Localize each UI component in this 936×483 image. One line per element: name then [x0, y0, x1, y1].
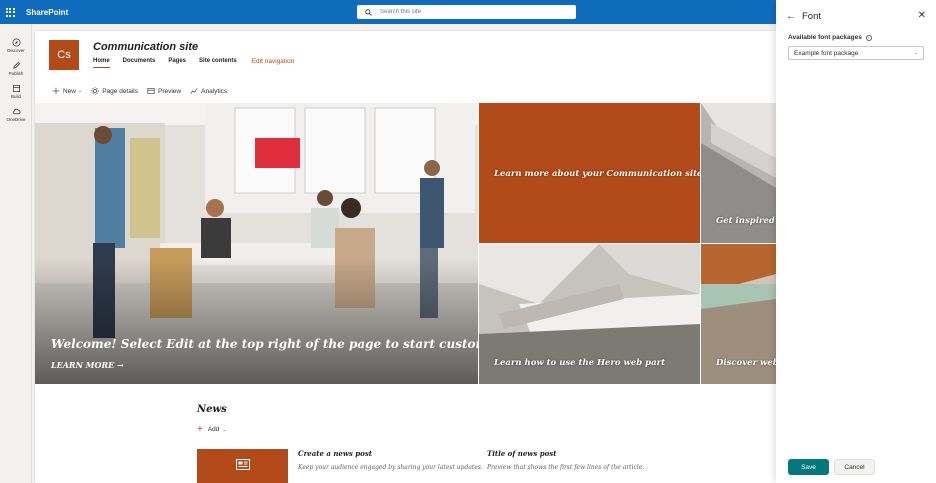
- cloud-icon: [12, 108, 20, 115]
- rail-label: OneDrive: [6, 117, 26, 122]
- nav-documents[interactable]: Documents: [123, 58, 156, 68]
- rail-build[interactable]: Build: [0, 80, 32, 103]
- site-nav: Home Documents Pages Site contents Edit …: [93, 58, 294, 68]
- pencil-icon: [12, 61, 20, 69]
- hero-tile-2[interactable]: Get inspired wi: [701, 103, 776, 243]
- hero-webpart: Welcome! Select Edit at the top right of…: [35, 103, 776, 384]
- chevron-down-icon: ⌄: [913, 50, 918, 56]
- chevron-down-icon: ⌄: [78, 88, 83, 94]
- news-post-desc: Keep your audience engaged by sharing yo…: [298, 464, 483, 471]
- font-packages-text: Available font packages: [788, 34, 862, 41]
- search-icon: [365, 8, 372, 16]
- news-post-title: Title of news post: [487, 449, 557, 458]
- preview-button[interactable]: Preview: [147, 87, 181, 95]
- new-label: New: [63, 87, 77, 95]
- compass-icon: [12, 38, 20, 47]
- news-post-title: Create a news post: [298, 449, 373, 458]
- analytics-icon: [190, 88, 198, 94]
- rail-label: Build: [10, 94, 21, 99]
- page-details-button[interactable]: Page details: [91, 87, 138, 95]
- hero-tile-caption: Discover web pa: [716, 358, 776, 368]
- news-post-1[interactable]: Create a news post Keep your audience en…: [298, 449, 483, 471]
- page-details-label: Page details: [102, 87, 138, 95]
- edit-navigation-link[interactable]: Edit navigation: [252, 58, 295, 68]
- build-icon: [12, 84, 20, 93]
- learn-more-label: LEARN MORE: [51, 360, 115, 370]
- site-title[interactable]: Communication site: [93, 41, 198, 53]
- search-input[interactable]: [380, 9, 560, 15]
- hero-tile-caption: Learn more about your Communication site: [494, 169, 700, 179]
- hero-tile-4[interactable]: Discover web pa: [701, 244, 776, 384]
- app-name[interactable]: SharePoint: [26, 8, 68, 17]
- analytics-button[interactable]: Analytics: [190, 87, 227, 95]
- news-post-desc: Preview that shows the first few lines o…: [487, 464, 645, 471]
- plus-icon: [52, 87, 60, 95]
- news-add-button[interactable]: + Add ⌄: [197, 424, 227, 435]
- info-icon[interactable]: i: [865, 34, 872, 41]
- nav-pages[interactable]: Pages: [168, 58, 186, 68]
- hero-main-tile[interactable]: Welcome! Select Edit at the top right of…: [35, 103, 478, 384]
- rail-discover[interactable]: Discover: [0, 34, 32, 57]
- search-box[interactable]: [357, 5, 576, 19]
- font-packages-label: Available font packages i: [788, 34, 872, 41]
- font-package-value: Example font package: [794, 49, 859, 57]
- cancel-button[interactable]: Cancel: [834, 459, 875, 475]
- hero-tile-3[interactable]: Learn how to use the Hero web part: [479, 244, 700, 384]
- gear-icon: [91, 87, 99, 95]
- news-heading: News: [197, 404, 227, 415]
- analytics-label: Analytics: [201, 87, 228, 95]
- panel-title: Font: [802, 10, 822, 22]
- site-logo[interactable]: Cs: [49, 40, 79, 70]
- news-add-label: Add: [207, 426, 220, 433]
- new-button[interactable]: New ⌄: [52, 87, 82, 95]
- rail-label: Discover: [7, 48, 25, 53]
- panel-header: ← Font ✕: [786, 10, 926, 22]
- news-thumbnail[interactable]: [197, 449, 288, 483]
- nav-site-contents[interactable]: Site contents: [199, 58, 237, 68]
- hero-tile-1[interactable]: Learn more about your Communication site: [479, 103, 700, 243]
- save-button[interactable]: Save: [788, 459, 829, 475]
- chevron-down-icon: ⌄: [222, 426, 227, 433]
- rail-onedrive[interactable]: OneDrive: [0, 103, 32, 126]
- preview-label: Preview: [158, 87, 182, 95]
- news-post-2[interactable]: Title of news post Preview that shows th…: [487, 449, 644, 471]
- font-panel: ← Font ✕ Available font packages i Examp…: [776, 0, 936, 483]
- plus-icon: +: [197, 424, 203, 435]
- back-arrow-icon[interactable]: ←: [786, 11, 800, 22]
- hero-tile-caption: Get inspired wi: [716, 216, 776, 226]
- hero-tile-caption: Learn how to use the Hero web part: [494, 358, 666, 368]
- site-header: Cs Communication site Home Documents Pag…: [35, 31, 776, 81]
- nav-home[interactable]: Home: [93, 58, 110, 68]
- app-rail: Discover Publish Build OneDrive: [0, 24, 32, 483]
- hero-main-title: Welcome! Select Edit at the top right of…: [51, 337, 478, 351]
- site-page: Cs Communication site Home Documents Pag…: [35, 31, 776, 483]
- app-launcher-icon[interactable]: [2, 0, 18, 24]
- close-icon[interactable]: ✕: [918, 10, 926, 21]
- hero-learn-more-link[interactable]: LEARN MORE →: [51, 360, 124, 370]
- rail-label: Publish: [8, 71, 24, 76]
- rail-publish[interactable]: Publish: [0, 57, 32, 80]
- preview-icon: [147, 88, 155, 94]
- news-icon: [235, 459, 250, 470]
- command-bar: New ⌄ Page details Preview Analytics: [35, 84, 776, 98]
- font-package-dropdown[interactable]: Example font package ⌄: [788, 46, 924, 60]
- arrow-right-icon: →: [117, 360, 124, 370]
